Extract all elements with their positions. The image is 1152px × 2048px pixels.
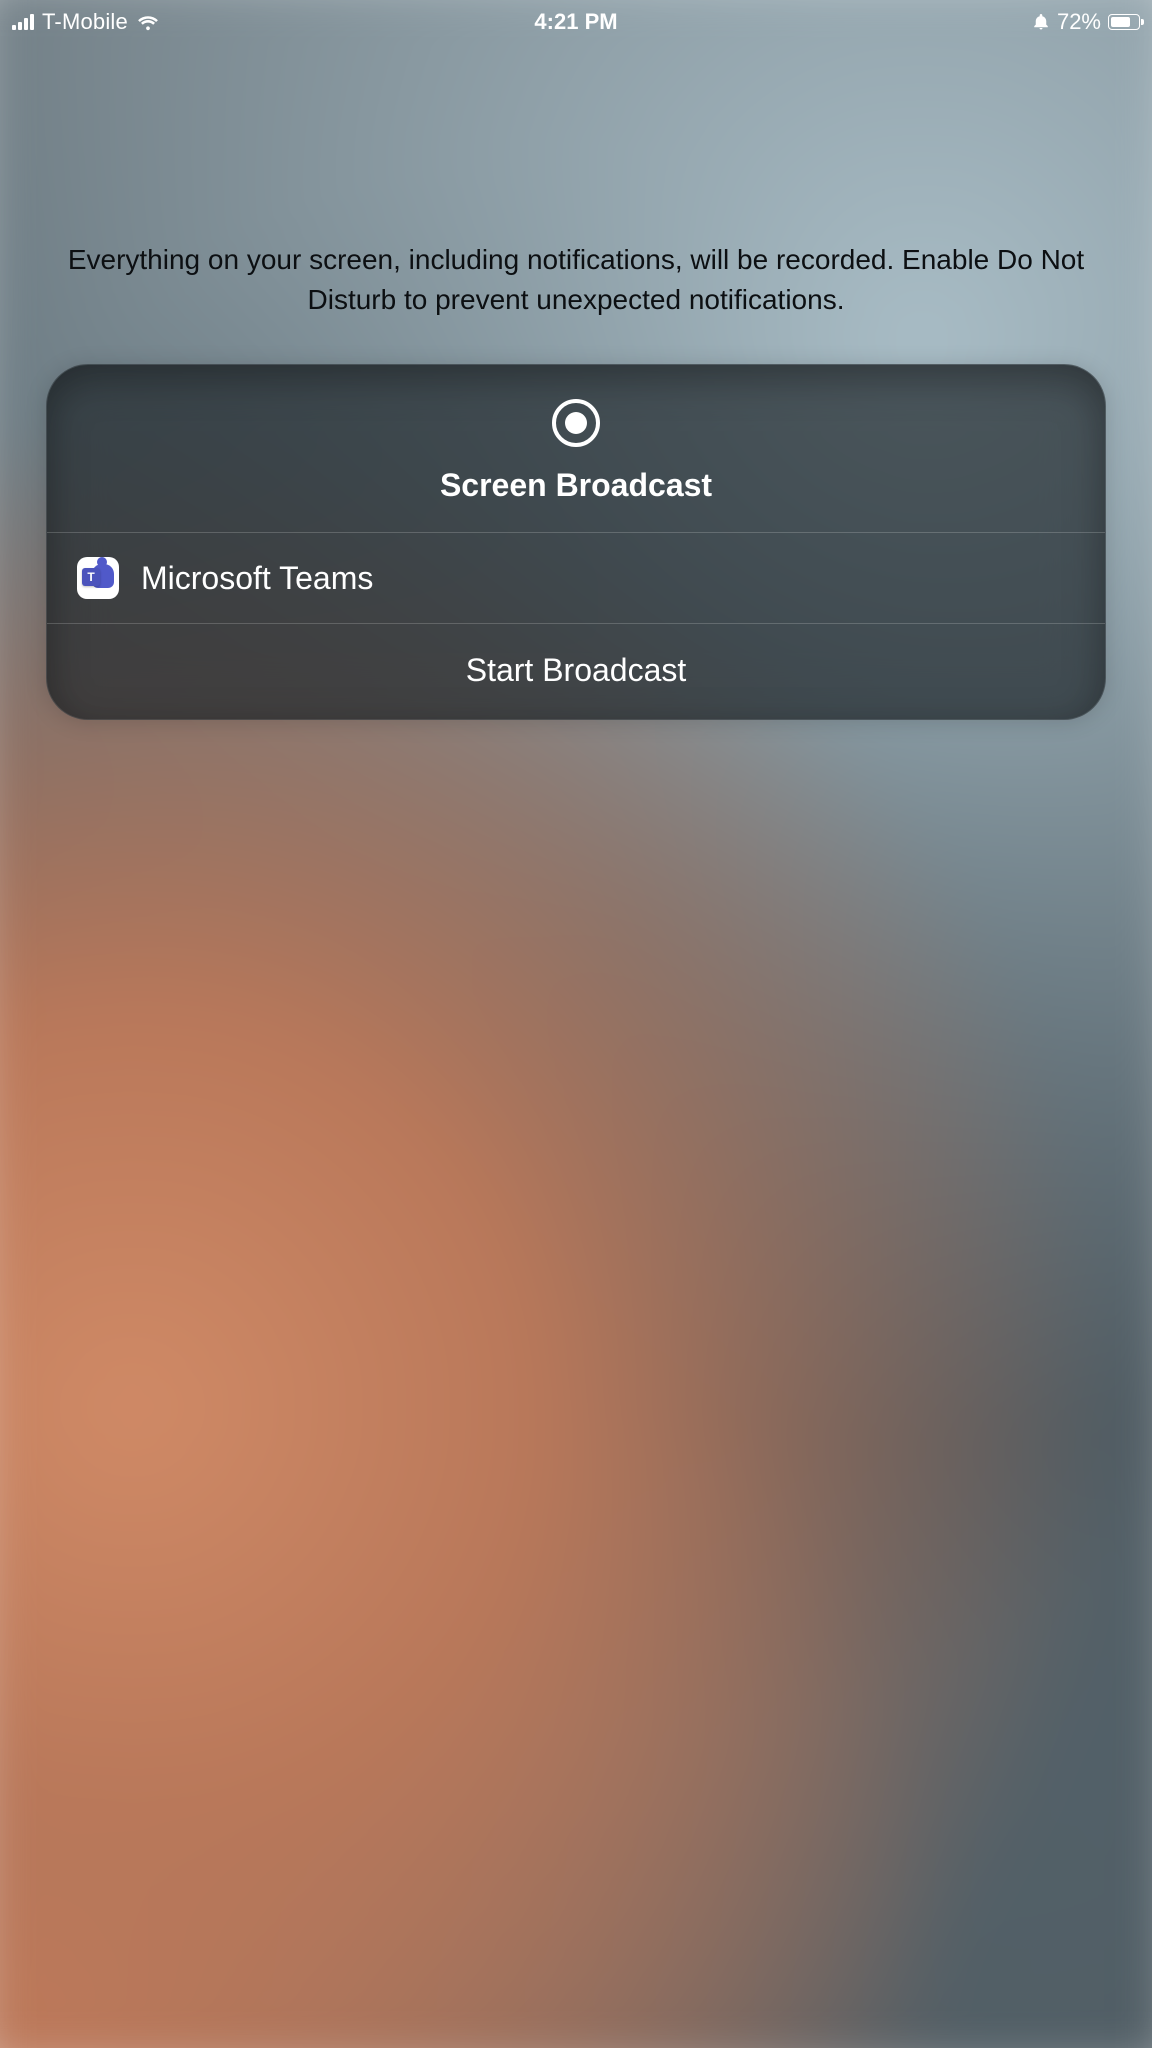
status-bar-right: 72%	[1032, 9, 1140, 35]
teams-app-icon: T	[77, 557, 119, 599]
alarm-icon	[1032, 13, 1050, 31]
broadcast-app-name: Microsoft Teams	[141, 560, 373, 597]
broadcast-title: Screen Broadcast	[440, 467, 712, 504]
status-bar: T-Mobile 4:21 PM 72%	[0, 0, 1152, 44]
status-bar-left: T-Mobile	[12, 9, 160, 35]
broadcast-panel-header: Screen Broadcast	[47, 365, 1105, 532]
carrier-label: T-Mobile	[42, 9, 128, 35]
wifi-icon	[136, 13, 160, 31]
broadcast-panel: Screen Broadcast T Microsoft Teams Start…	[46, 364, 1106, 720]
teams-glyph-letter: T	[82, 568, 100, 586]
clock: 4:21 PM	[534, 9, 617, 35]
broadcast-app-row[interactable]: T Microsoft Teams	[47, 533, 1105, 623]
teams-glyph-icon: T	[82, 562, 114, 594]
battery-icon	[1108, 14, 1140, 30]
status-bar-center: 4:21 PM	[0, 9, 1152, 35]
record-icon	[552, 399, 600, 447]
start-broadcast-button[interactable]: Start Broadcast	[47, 624, 1105, 719]
broadcast-description: Everything on your screen, including not…	[0, 240, 1152, 320]
battery-percent: 72%	[1057, 9, 1101, 35]
cellular-signal-icon	[12, 14, 34, 30]
screen: T-Mobile 4:21 PM 72% Everything on your …	[0, 0, 1152, 2048]
